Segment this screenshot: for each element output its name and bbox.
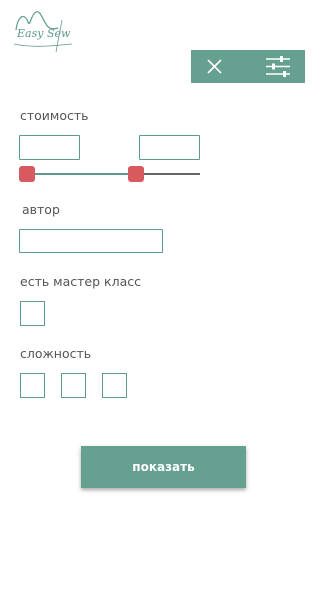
logo-text: Easy Sew <box>17 27 71 40</box>
price-max-input[interactable] <box>139 135 200 160</box>
price-label: стоимость <box>20 108 89 123</box>
slider-min-handle[interactable] <box>19 166 35 182</box>
difficulty-checkbox-3[interactable] <box>102 373 127 398</box>
masterclass-label: есть мастер класс <box>20 274 141 289</box>
masterclass-checkbox[interactable] <box>20 301 45 326</box>
price-range-slider[interactable] <box>19 165 201 183</box>
slider-selected-range <box>27 173 136 175</box>
close-icon <box>207 59 222 74</box>
difficulty-label: сложность <box>20 346 92 361</box>
slider-max-handle[interactable] <box>127 166 144 182</box>
filter-header-bar <box>191 50 305 83</box>
show-results-button[interactable]: показать <box>81 446 246 488</box>
difficulty-checkbox-1[interactable] <box>20 373 45 398</box>
price-min-input[interactable] <box>19 135 80 160</box>
difficulty-checkbox-2[interactable] <box>61 373 86 398</box>
filter-sliders-icon <box>266 56 290 77</box>
author-label: автор <box>22 202 60 217</box>
brand-logo[interactable]: Easy Sew <box>12 8 78 54</box>
filter-settings-button[interactable] <box>263 53 293 80</box>
author-input[interactable] <box>19 229 163 253</box>
close-button[interactable] <box>201 53 228 80</box>
